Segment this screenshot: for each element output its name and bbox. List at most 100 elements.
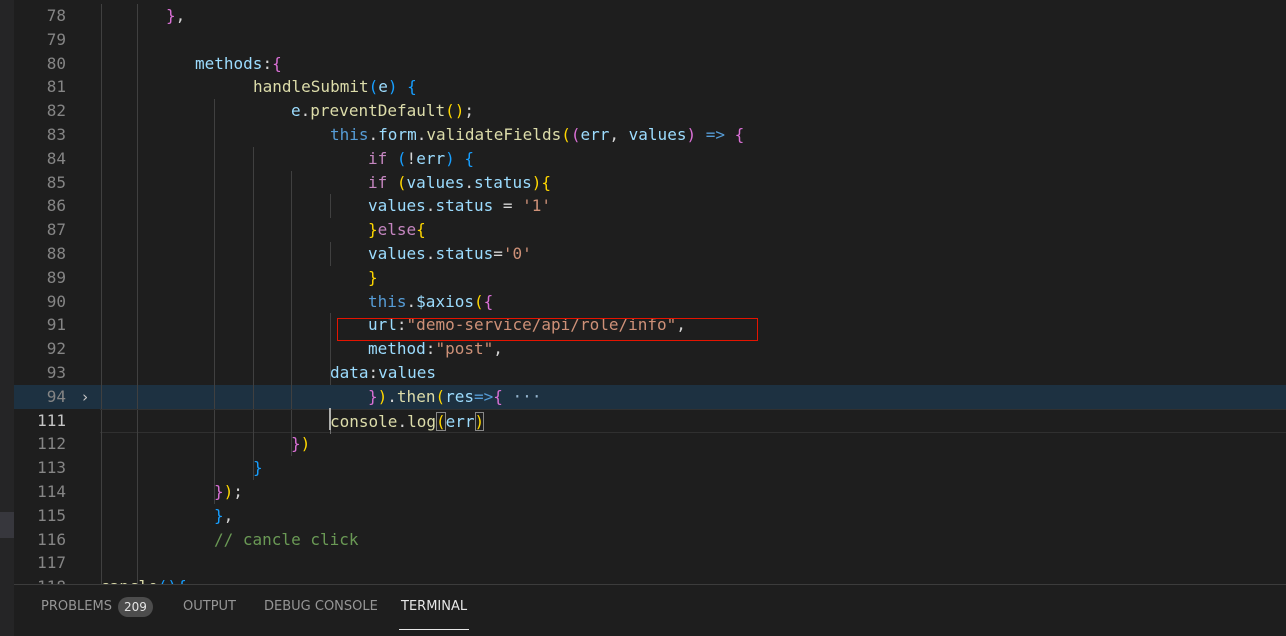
code-line[interactable]: 91 url:"demo-service/api/role/info", <box>14 313 1286 338</box>
code-token: else <box>377 220 417 240</box>
code-token: { <box>483 291 494 311</box>
text-cursor <box>329 408 331 430</box>
code-line[interactable]: 116 // cancle click <box>14 527 1286 552</box>
line-number: 93 <box>46 363 66 382</box>
code-line[interactable]: 94 ›}).then(res=>{ ··· <box>14 384 1286 409</box>
line-number: 117 <box>37 553 66 573</box>
indent-guide <box>253 409 254 434</box>
code-area: url:"demo-service/api/role/info", <box>100 313 1286 338</box>
indent-guide <box>253 361 254 385</box>
code-token: err <box>580 125 610 144</box>
code-line[interactable]: 113} <box>14 456 1286 481</box>
code-line[interactable]: 85 if (values.status){ <box>14 170 1286 195</box>
line-number: 81 <box>46 77 66 97</box>
code-line[interactable]: 92 method:"post", <box>14 337 1286 362</box>
code-token: '1' <box>522 196 552 216</box>
code-line[interactable]: 93 data:values <box>14 361 1286 385</box>
indent-guide <box>137 51 138 76</box>
code-line[interactable]: 83 this.form.validateFields((err, values)… <box>14 123 1286 147</box>
code-line[interactable]: 84 if (!err) { <box>14 146 1286 171</box>
code-line[interactable]: 115}, <box>14 503 1286 528</box>
code-line[interactable]: 118 cancle(){ <box>14 575 1286 584</box>
code-line[interactable]: 89} <box>14 265 1286 290</box>
code-line[interactable]: 80 methods:{ <box>14 51 1286 76</box>
indent-guide <box>101 337 102 362</box>
indent-guide <box>291 170 292 195</box>
indent-guide <box>137 27 138 52</box>
code-line[interactable]: 111 console.log(err) <box>14 408 1286 434</box>
code-token: values <box>406 172 465 192</box>
indent-guide <box>101 361 102 385</box>
indent-guide <box>101 527 102 552</box>
code-area: }).then(res=>{ ··· <box>100 384 1286 409</box>
code-area: }else{ <box>100 218 1286 243</box>
indent-guide <box>101 480 102 504</box>
tab-output[interactable]: OUTPUT <box>183 585 236 629</box>
tab-problems[interactable]: PROBLEMS 209 <box>41 585 153 629</box>
code-token: } <box>368 267 378 287</box>
tab-debug-console[interactable]: DEBUG CONSOLE <box>264 585 378 629</box>
code-token: ( <box>435 411 446 431</box>
code-line[interactable]: 112}) <box>14 432 1286 457</box>
code-token: log <box>407 411 436 431</box>
folded-region-ellipsis[interactable]: ··· <box>513 387 542 406</box>
code-area: handleSubmit(e) { <box>100 75 1286 100</box>
indent-guide <box>101 27 102 52</box>
code-editor[interactable]: 78}, 79 80 methods:{81 handleSubmit(e) {82 e.… <box>14 0 1286 584</box>
code-line[interactable]: 82 e.preventDefault(); <box>14 99 1286 124</box>
code-token: methods <box>195 53 263 73</box>
code-token: ! <box>406 148 417 168</box>
indent-guide <box>291 361 292 385</box>
indent-guide <box>214 432 215 457</box>
code-token: , <box>609 125 629 144</box>
code-line[interactable]: 81 handleSubmit(e) { <box>14 75 1286 100</box>
code-line[interactable]: 90 this.$axios({ <box>14 289 1286 314</box>
indent-guide <box>253 194 254 219</box>
code-token: form <box>378 125 417 144</box>
code-text: }, <box>214 504 233 528</box>
code-token: . <box>464 172 474 192</box>
code-area: values.status = '1' <box>100 194 1286 219</box>
indent-guide <box>253 432 254 457</box>
code-line[interactable]: 117 <box>14 551 1286 576</box>
indent-guide <box>101 75 102 100</box>
code-area: } <box>100 456 1286 481</box>
indent-guide <box>137 123 138 147</box>
fold-expand-chevron-icon[interactable]: › <box>78 385 92 409</box>
indent-guide <box>101 99 102 124</box>
indent-guide <box>330 337 331 362</box>
line-number: 88 <box>46 244 66 263</box>
code-text: if (values.status){ <box>368 171 551 195</box>
indent-guide <box>253 289 254 314</box>
line-number: 89 <box>46 267 66 287</box>
code-token: res <box>445 386 474 406</box>
indent-guide <box>214 384 215 409</box>
line-number: 85 <box>46 172 66 192</box>
panel-tab-bar: PROBLEMS 209 OUTPUT DEBUG CONSOLE TERMINA… <box>14 584 1286 636</box>
code-token: = <box>493 196 523 216</box>
code-token: ) <box>387 77 398 97</box>
code-text: this.form.validateFields((err, values) =… <box>330 123 744 147</box>
indent-guide <box>137 170 138 195</box>
tab-terminal[interactable]: TERMINAL <box>399 585 470 630</box>
code-token: . <box>406 291 417 311</box>
code-text: }, <box>166 4 185 28</box>
line-number: 118 <box>14 575 66 584</box>
activity-strip <box>0 0 14 636</box>
code-line[interactable]: 88 values.status='0' <box>14 242 1286 266</box>
code-line[interactable]: 78}, <box>14 4 1286 28</box>
code-token: validateFields <box>426 125 562 144</box>
indent-guide <box>101 218 102 243</box>
code-line[interactable]: 86 values.status = '1' <box>14 194 1286 219</box>
code-token: err <box>445 411 475 431</box>
code-area: }); <box>100 480 1286 504</box>
code-line[interactable]: 114}); <box>14 480 1286 504</box>
code-line[interactable]: 87}else{ <box>14 218 1286 243</box>
code-token: values <box>378 363 436 382</box>
code-line[interactable]: 79 <box>14 27 1286 52</box>
indent-guide <box>137 218 138 243</box>
indent-guide <box>137 527 138 552</box>
indent-guide <box>214 409 215 434</box>
